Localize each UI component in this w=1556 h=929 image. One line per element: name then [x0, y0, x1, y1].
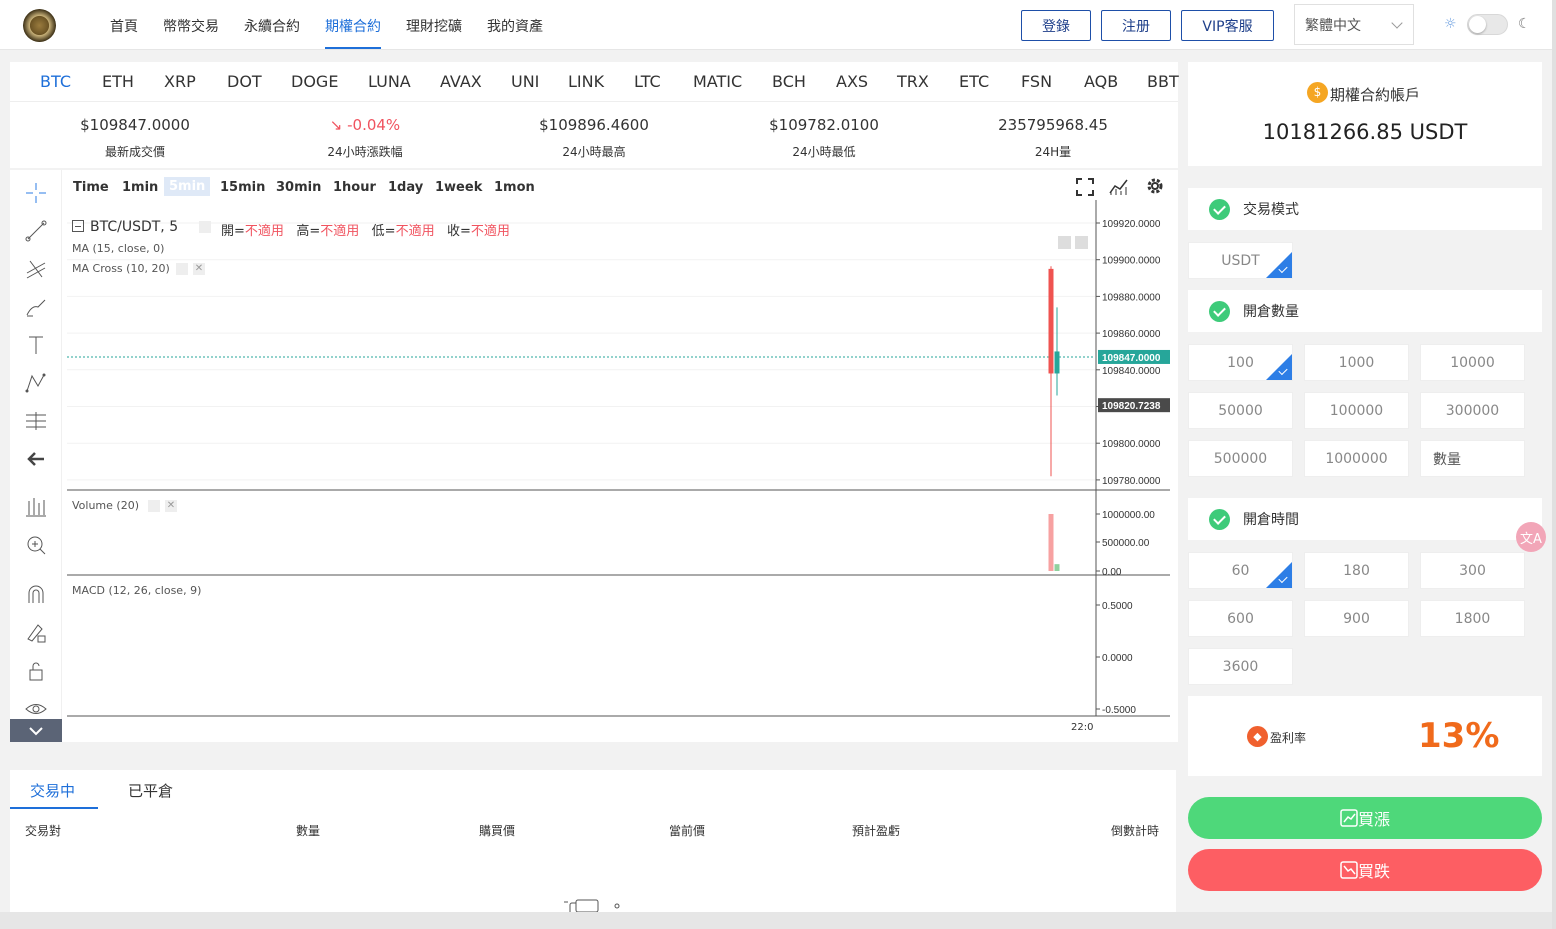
- trend-up-icon: [1340, 809, 1358, 827]
- qty-option-1000[interactable]: 1000: [1304, 344, 1409, 381]
- open-value: 不適用: [244, 224, 284, 239]
- qty-option-100[interactable]: 100: [1188, 344, 1293, 381]
- orders-panel: [10, 770, 1176, 914]
- macross-indicator-label: MA Cross (10, 20): [72, 262, 170, 275]
- col-est-pnl: 預計盈虧: [852, 824, 901, 838]
- wallet-icon: $: [1307, 82, 1328, 103]
- qty-option-300000[interactable]: 300000: [1420, 392, 1525, 429]
- time-option-180[interactable]: 180: [1304, 552, 1409, 589]
- col-buy-price: 購買價: [479, 824, 516, 838]
- translate-icon[interactable]: 文A: [1516, 522, 1546, 552]
- volume-tick-label: 1000000.00: [1102, 510, 1155, 521]
- macd-tick-label: -0.5000: [1102, 705, 1136, 716]
- col-quantity: 數量: [296, 824, 321, 838]
- low-label: 低=: [371, 224, 396, 239]
- qty-option-100000[interactable]: 100000: [1304, 392, 1409, 429]
- price-tick-label: 109780.0000: [1102, 476, 1161, 487]
- trade-mode-title: 交易模式: [1243, 202, 1299, 218]
- qty-option-500000[interactable]: 500000: [1188, 440, 1293, 477]
- volume-bar: [1054, 564, 1060, 571]
- ma-indicator-label: MA (15, close, 0): [72, 242, 165, 255]
- close-value: 不適用: [470, 224, 510, 239]
- trade-mode-option-USDT[interactable]: USDT: [1188, 242, 1293, 279]
- check-icon: [1209, 198, 1230, 220]
- price-tick-label: 109880.0000: [1102, 292, 1161, 303]
- account-balance: 10181266.85 USDT: [1262, 120, 1468, 144]
- open-time-title: 開倉時間: [1243, 512, 1299, 528]
- tab-closed[interactable]: 已平倉: [128, 780, 173, 801]
- footer-strip: [0, 912, 1556, 929]
- volume-bar: [1048, 514, 1054, 571]
- open-time-header: 開倉時間: [1188, 498, 1542, 540]
- account-title: 期權合約帳戶: [1330, 86, 1421, 104]
- low-value: 不適用: [395, 224, 435, 239]
- close-icon[interactable]: ✕: [193, 263, 205, 275]
- col-pair: 交易對: [25, 824, 62, 838]
- current-price-value: 109847.0000: [1102, 353, 1161, 364]
- open-qty-title: 開倉數量: [1243, 304, 1299, 320]
- scroll-down-icon[interactable]: [1058, 236, 1071, 249]
- price-tick-label: 109860.0000: [1102, 329, 1161, 340]
- time-option-3600[interactable]: 3600: [1188, 648, 1293, 685]
- macd-tick-label: 0.0000: [1102, 653, 1133, 664]
- profit-panel: ◆ 盈利率 13%: [1188, 696, 1542, 776]
- page-scrollbar[interactable]: [1552, 0, 1556, 929]
- collapse-legend-icon[interactable]: [72, 220, 84, 232]
- time-option-300[interactable]: 300: [1420, 552, 1525, 589]
- check-icon: [1209, 508, 1230, 530]
- chart-symbol: BTC/USDT, 5: [90, 219, 179, 235]
- buy-up-label: 買漲: [1357, 810, 1390, 829]
- volume-tick-label: 500000.00: [1102, 538, 1150, 549]
- tab-trading[interactable]: 交易中: [30, 780, 75, 801]
- scroll-up-icon[interactable]: [1075, 236, 1088, 249]
- empty-state-icon: [564, 899, 620, 912]
- check-icon: [1209, 300, 1230, 322]
- close-label: 收=: [446, 224, 471, 239]
- volume-tick-label: 0.00: [1102, 567, 1122, 578]
- price-tick-label: 109800.0000: [1102, 439, 1161, 450]
- trade-mode-header: 交易模式: [1188, 188, 1542, 230]
- price-tick-label: 109920.0000: [1102, 219, 1161, 230]
- tab-active-indicator: [10, 807, 98, 809]
- ohlc-legend: 開=不適用 高=不適用 低=不適用 收=不適用: [221, 220, 510, 239]
- price-tick-label: 109900.0000: [1102, 256, 1161, 267]
- qty-option-1000000[interactable]: 1000000: [1304, 440, 1409, 477]
- legend-settings-icon[interactable]: [199, 221, 211, 233]
- high-label: 高=: [296, 224, 321, 239]
- price-tick-label: 109840.0000: [1102, 366, 1161, 377]
- macd-indicator-label: MACD (12, 26, close, 9): [72, 584, 202, 597]
- candle-body: [1048, 268, 1054, 374]
- profit-rate: 13%: [1418, 716, 1500, 756]
- account-panel: $ 期權合約帳戶 10181266.85 USDT: [1188, 62, 1542, 166]
- trend-down-icon: [1340, 861, 1358, 879]
- col-current-price: 當前價: [669, 824, 706, 838]
- open-qty-header: 開倉數量: [1188, 290, 1542, 332]
- quantity-input[interactable]: 數量: [1420, 440, 1525, 477]
- time-option-1800[interactable]: 1800: [1420, 600, 1525, 637]
- high-value: 不適用: [320, 224, 360, 239]
- profit-icon: ◆: [1247, 726, 1268, 747]
- qty-option-50000[interactable]: 50000: [1188, 392, 1293, 429]
- time-option-900[interactable]: 900: [1304, 600, 1409, 637]
- candle-body: [1054, 351, 1060, 374]
- time-option-600[interactable]: 600: [1188, 600, 1293, 637]
- time-option-60[interactable]: 60: [1188, 552, 1293, 589]
- indicator-settings-icon[interactable]: [148, 500, 160, 512]
- cursor-price-value: 109820.7238: [1102, 401, 1161, 412]
- qty-option-10000[interactable]: 10000: [1420, 344, 1525, 381]
- time-axis-label: 22:0: [1071, 722, 1094, 733]
- profit-label: 盈利率: [1270, 731, 1307, 745]
- buy-up-button[interactable]: 買漲: [1188, 797, 1542, 839]
- close-icon[interactable]: ✕: [165, 500, 177, 512]
- col-countdown: 倒數計時: [1111, 824, 1160, 838]
- macd-tick-label: 0.5000: [1102, 601, 1133, 612]
- open-label: 開=: [221, 224, 245, 239]
- buy-down-label: 買跌: [1357, 862, 1390, 881]
- indicator-settings-icon[interactable]: [176, 263, 188, 275]
- buy-down-button[interactable]: 買跌: [1188, 849, 1542, 891]
- volume-indicator-label: Volume (20): [72, 499, 139, 512]
